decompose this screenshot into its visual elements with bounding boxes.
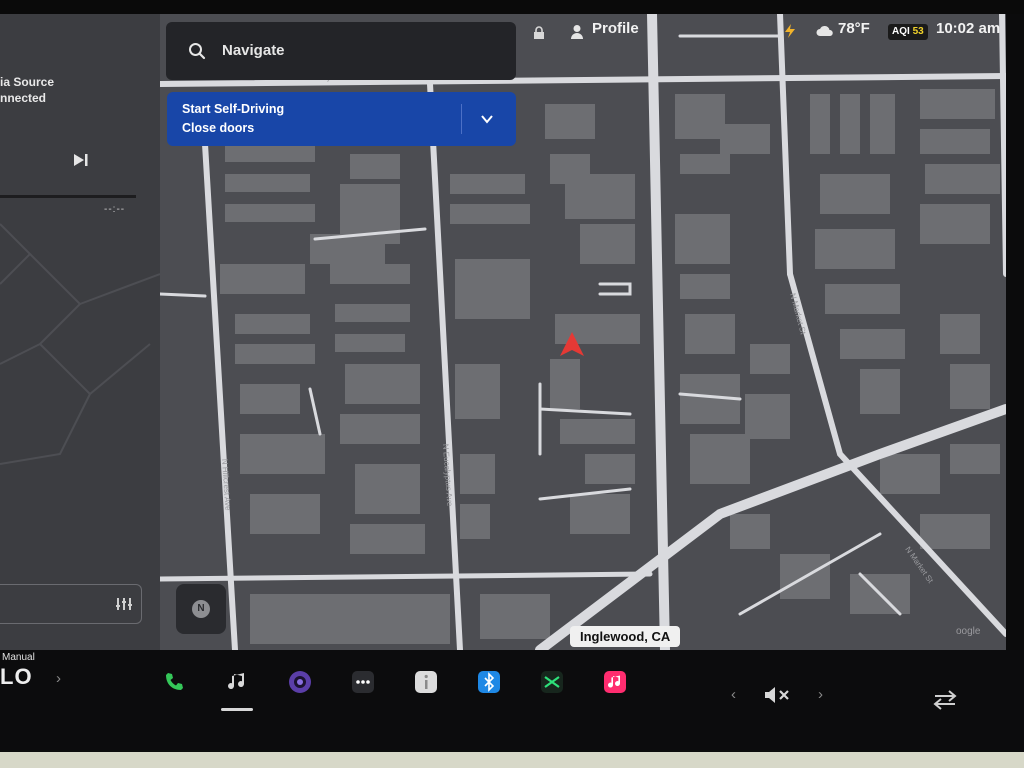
outside-temperature: 78°F — [838, 20, 870, 37]
climate-level-label[interactable]: LO — [0, 664, 33, 690]
camera-icon[interactable] — [288, 670, 312, 694]
media-progress-bar[interactable] — [0, 195, 136, 198]
current-city-label: Inglewood, CA — [570, 626, 681, 647]
chevron-right-icon[interactable]: › — [56, 670, 61, 687]
volume-muted-icon[interactable] — [764, 686, 792, 704]
card-divider — [461, 104, 462, 134]
aqi-value: 53 — [912, 26, 924, 37]
navigate-placeholder: Navigate — [222, 42, 285, 59]
map-attribution: oogle — [956, 626, 981, 637]
compass-icon: N — [192, 600, 210, 618]
street-label: N Hillcrest Ave — [220, 459, 233, 512]
chevron-down-icon[interactable] — [480, 112, 494, 126]
music-note-icon[interactable] — [225, 670, 249, 694]
media-player-panel: ia Source nnected --:-- — [0, 14, 160, 650]
equalizer-icon[interactable] — [115, 596, 133, 612]
aqi-label: AQI — [892, 26, 910, 37]
street-label: N Market St — [788, 292, 808, 336]
media-search-field[interactable] — [0, 584, 142, 624]
shuffle-icon[interactable] — [540, 670, 564, 694]
aqi-badge: AQI 53 — [888, 24, 928, 40]
volume-up-chevron-icon[interactable]: › — [818, 686, 823, 703]
volume-down-chevron-icon[interactable]: ‹ — [731, 686, 736, 703]
skip-next-icon[interactable] — [72, 152, 90, 168]
map-orientation-button[interactable]: N — [176, 584, 226, 634]
swap-arrows-icon[interactable] — [932, 690, 958, 710]
self-driving-card[interactable]: Start Self-Driving Close doors — [167, 92, 516, 146]
media-source-status: ia Source nnected — [0, 74, 54, 106]
more-icon[interactable] — [351, 670, 375, 694]
profile-label[interactable]: Profile — [592, 20, 639, 37]
navigation-map[interactable]: W Plymouth St N Market St N Market St N … — [160, 14, 1006, 650]
phone-icon[interactable] — [162, 670, 186, 694]
self-driving-title: Start Self-Driving — [182, 102, 285, 116]
music-app-icon[interactable] — [603, 670, 627, 694]
sentry-bolt-icon — [785, 24, 795, 38]
media-background-art — [0, 223, 160, 465]
self-driving-subtitle: Close doors — [182, 121, 255, 135]
cloud-icon — [816, 25, 833, 36]
profile-icon[interactable] — [570, 24, 584, 40]
lock-icon[interactable] — [532, 26, 546, 40]
media-source-line1: ia Source — [0, 75, 55, 89]
screen-bezel-bottom — [0, 752, 1024, 768]
active-app-indicator — [221, 708, 253, 711]
screen-bezel-top — [0, 0, 1024, 14]
clock-time: 10:02 am — [936, 20, 1001, 37]
info-icon[interactable] — [414, 670, 438, 694]
search-icon — [189, 43, 206, 60]
navigate-search-bar[interactable]: Navigate — [166, 22, 516, 80]
drive-mode-label: Manual — [2, 652, 35, 663]
bottom-dock: Manual LO › ‹ › — [0, 650, 1024, 752]
media-source-line2: nnected — [0, 91, 47, 105]
bluetooth-icon[interactable] — [477, 670, 501, 694]
